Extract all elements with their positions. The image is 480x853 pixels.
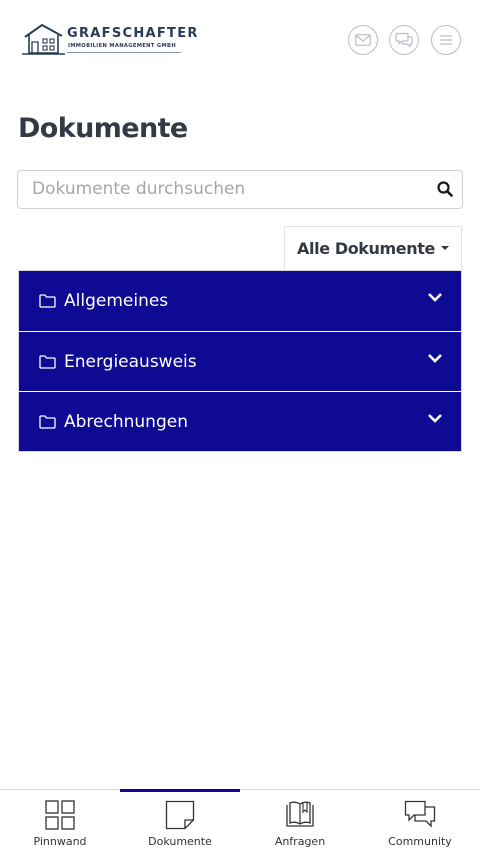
house-logo-icon: [22, 23, 65, 55]
nav-label: Community: [388, 835, 452, 848]
mail-icon: [355, 34, 371, 46]
folder-item-abrechnungen[interactable]: Abrechnungen: [19, 391, 461, 451]
document-filter-dropdown[interactable]: Alle Dokumente: [284, 226, 462, 270]
logo-subtitle: IMMOBILIEN MANAGEMENT GMBH: [68, 43, 177, 49]
folder-item-allgemeines[interactable]: Allgemeines: [19, 271, 461, 331]
chevron-down-icon: [428, 414, 442, 423]
search-box: [17, 170, 463, 209]
folder-label: Abrechnungen: [64, 411, 188, 432]
chevron-down-icon: [428, 354, 442, 363]
menu-icon: [440, 35, 452, 45]
filter-label: Alle Dokumente: [297, 239, 435, 258]
chevron-down-icon: [428, 293, 442, 302]
search-icon[interactable]: [437, 181, 453, 197]
book-icon: [286, 801, 314, 827]
search-input[interactable]: [18, 171, 418, 207]
chat-button[interactable]: [389, 25, 419, 55]
bottom-nav: Pinnwand Dokumente Anfragen Community: [0, 789, 480, 853]
company-logo[interactable]: GRAFSCHAFTER IMMOBILIEN MANAGEMENT GMBH: [22, 22, 197, 58]
chat-icon: [395, 32, 413, 48]
folder-list: Allgemeines Energieausweis Abrechnungen: [18, 270, 462, 452]
nav-label: Pinnwand: [33, 835, 87, 848]
nav-label: Anfragen: [274, 835, 326, 848]
logo-divider: [67, 52, 181, 53]
nav-item-community[interactable]: Community: [360, 790, 480, 853]
nav-item-dokumente[interactable]: Dokumente: [120, 789, 240, 853]
nav-item-anfragen[interactable]: Anfragen: [240, 790, 360, 853]
folder-label: Energieausweis: [64, 351, 197, 372]
chat-bubbles-icon: [404, 800, 436, 828]
folder-icon: [39, 294, 56, 308]
menu-button[interactable]: [431, 25, 461, 55]
document-icon: [165, 800, 195, 830]
logo-title: GRAFSCHAFTER: [67, 26, 199, 41]
page-title: Dokumente: [18, 113, 188, 144]
folder-icon: [39, 354, 56, 369]
caret-down-icon: [440, 245, 449, 250]
mail-button[interactable]: [348, 25, 378, 55]
folder-item-energieausweis[interactable]: Energieausweis: [19, 331, 461, 391]
grid-icon: [45, 800, 75, 830]
app-header: GRAFSCHAFTER IMMOBILIEN MANAGEMENT GMBH: [0, 0, 480, 80]
nav-label: Dokumente: [148, 835, 212, 848]
folder-label: Allgemeines: [64, 291, 169, 311]
nav-item-pinnwand[interactable]: Pinnwand: [0, 790, 120, 853]
folder-icon: [39, 414, 56, 429]
